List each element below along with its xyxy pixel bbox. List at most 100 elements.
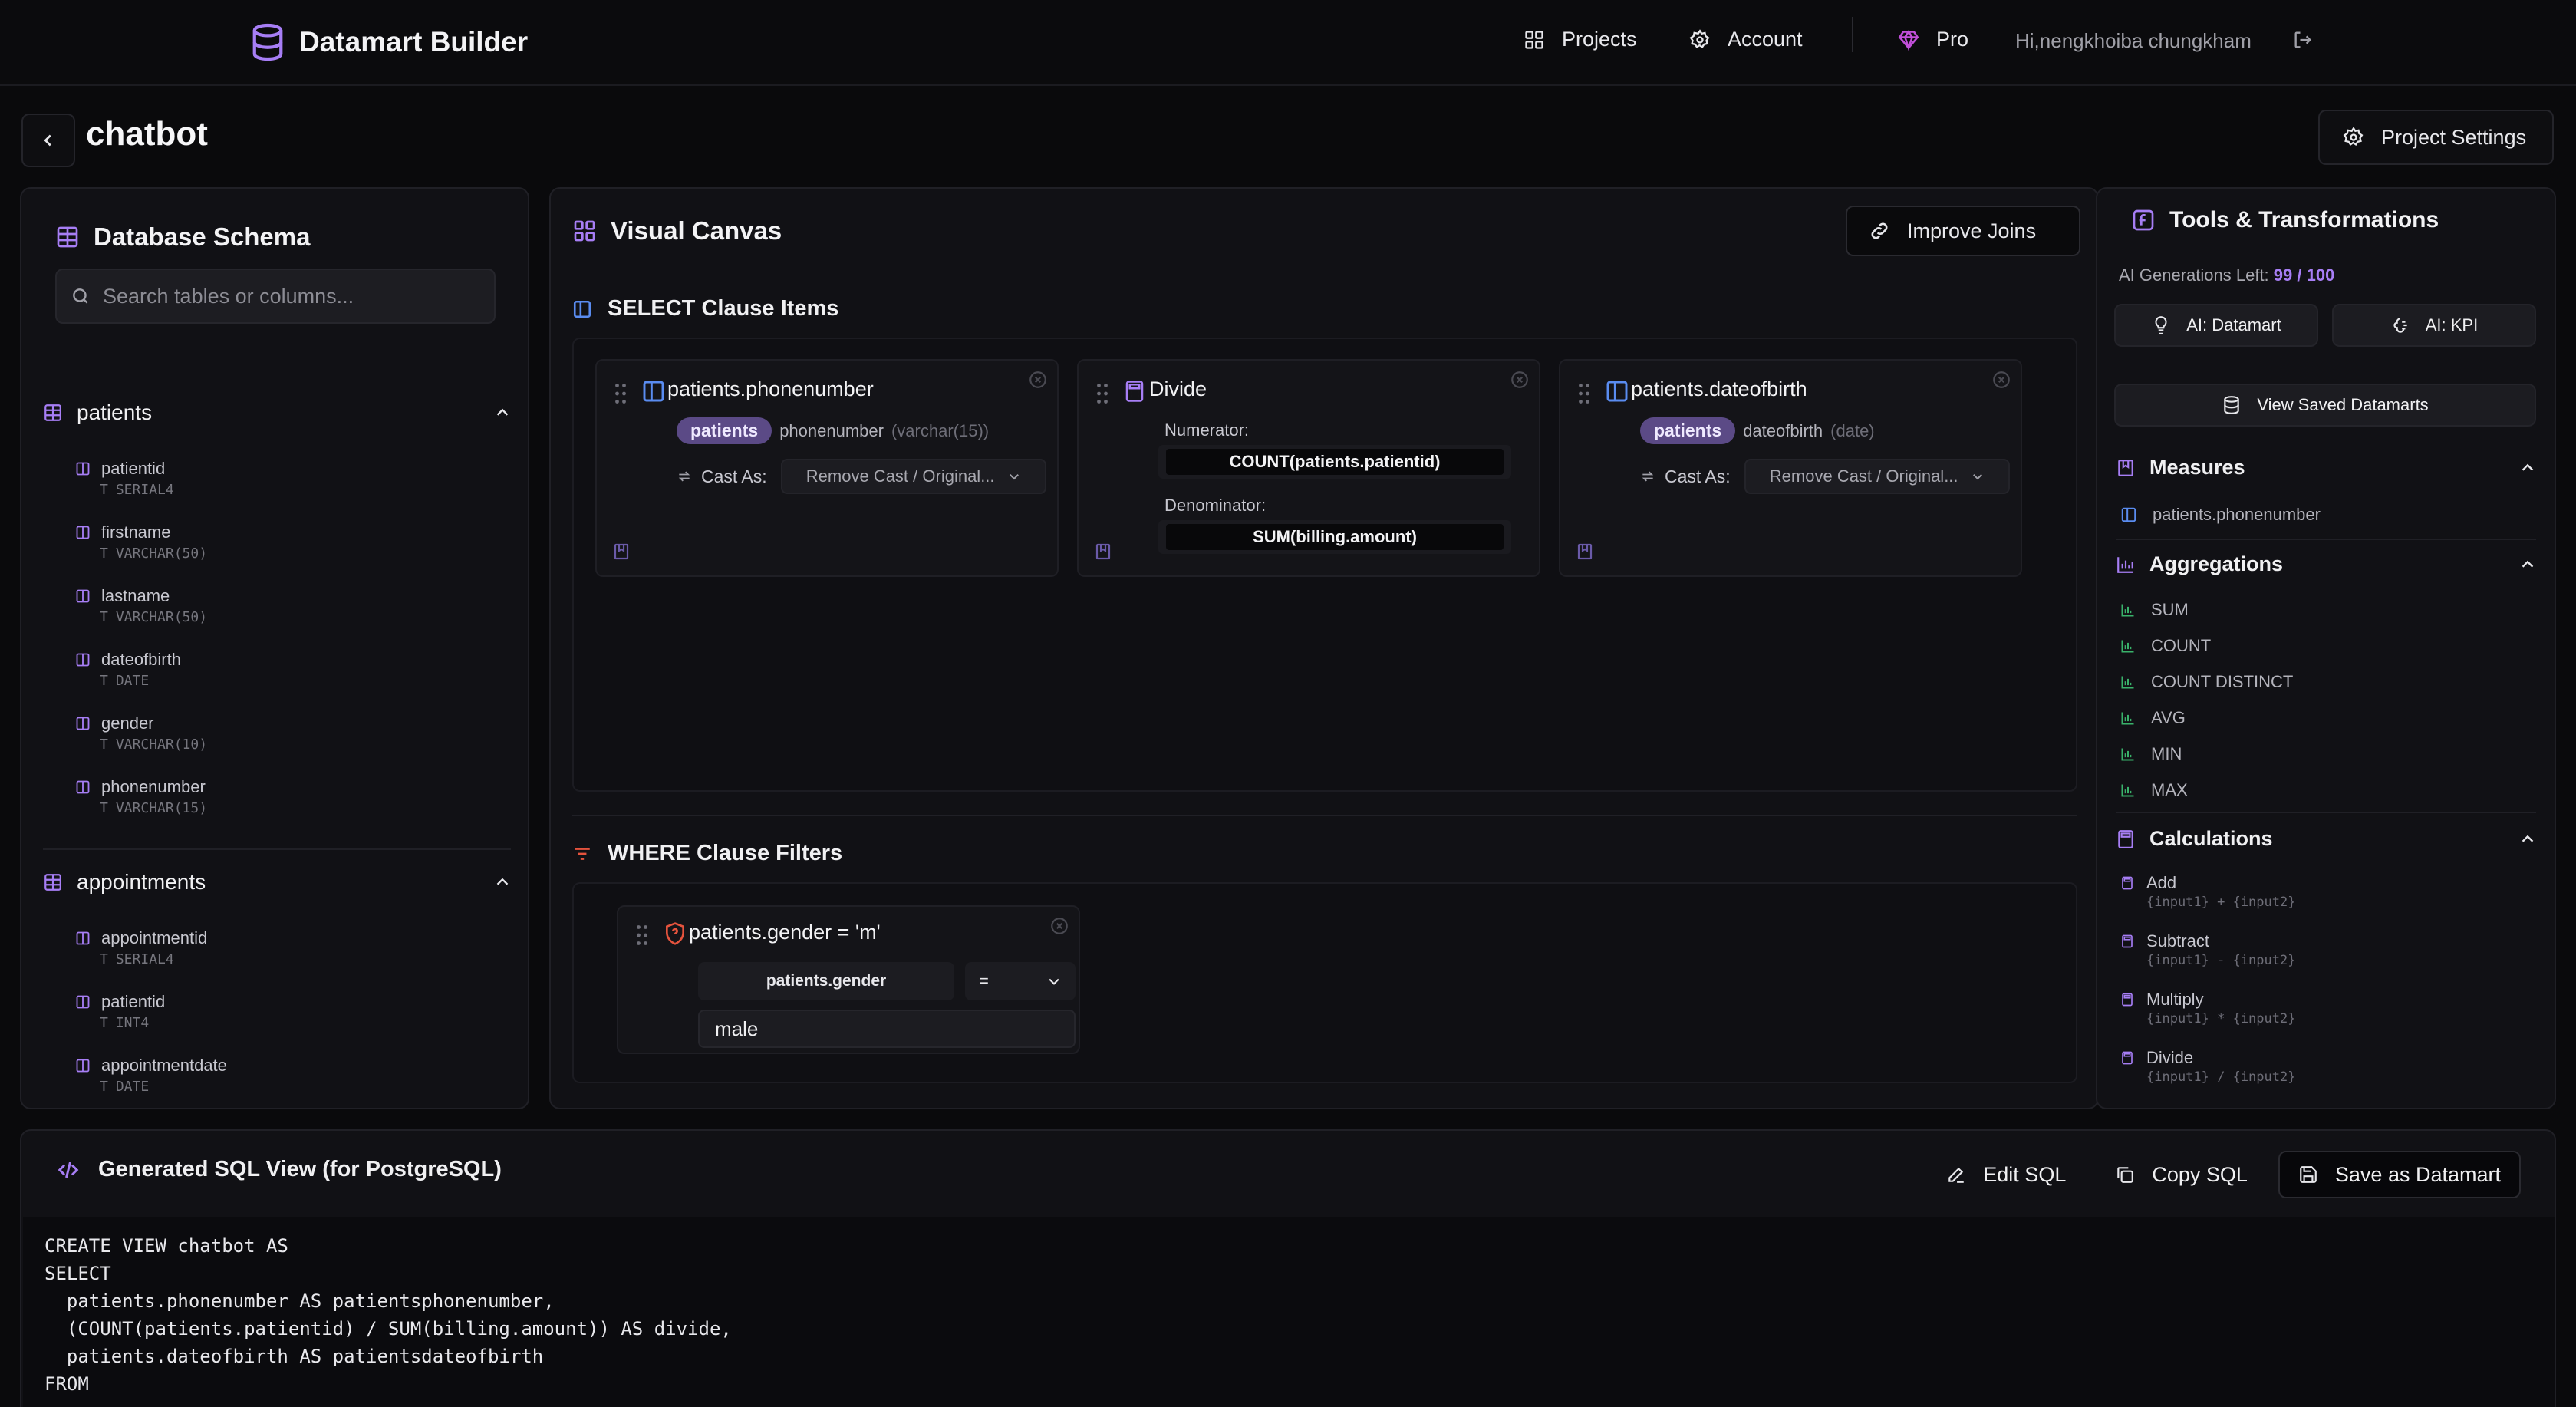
view-saved-datamarts-button[interactable]: View Saved Datamarts	[2114, 384, 2536, 427]
column-item[interactable]: phonenumber T VARCHAR(15)	[75, 777, 207, 816]
bookmark-icon[interactable]	[1576, 542, 1594, 562]
column-item[interactable]: patientid T SERIAL4	[75, 459, 174, 498]
aggregation-item[interactable]: SUM	[2120, 600, 2189, 620]
brand[interactable]: Datamart Builder	[250, 23, 528, 61]
select-drop-zone[interactable]: patients.phonenumber patients phonenumbe…	[572, 338, 2077, 792]
aggregation-item[interactable]: MIN	[2120, 744, 2182, 764]
close-icon[interactable]	[1028, 370, 1048, 390]
column-name: firstname	[101, 522, 171, 542]
calculations-header[interactable]: Calculations	[2116, 827, 2536, 851]
measure-item[interactable]: patients.phonenumber	[2120, 505, 2321, 525]
calculation-item[interactable]: Divide {input1} / {input2}	[2120, 1048, 2295, 1085]
bookmark-icon[interactable]	[612, 542, 631, 562]
select-item-card[interactable]: patients.phonenumber patients phonenumbe…	[595, 359, 1059, 577]
column-item[interactable]: appointmentdate T DATE	[75, 1056, 227, 1095]
drag-handle-icon[interactable]	[614, 382, 628, 405]
where-drop-zone[interactable]: patients.gender = 'm' patients.gender =	[572, 882, 2077, 1083]
chevron-up-icon[interactable]	[494, 404, 511, 421]
logout-icon[interactable]	[2292, 29, 2314, 51]
nav-projects[interactable]: Projects	[1524, 28, 1637, 51]
aggregation-item[interactable]: COUNT	[2120, 636, 2211, 656]
sql-code-block[interactable]: CREATE VIEW chatbot AS SELECT patients.p…	[23, 1217, 2555, 1407]
operator-select[interactable]: =	[965, 962, 1076, 1000]
brain-icon	[2390, 315, 2410, 335]
column-item[interactable]: patientid T INT4	[75, 992, 165, 1031]
card-title: Divide	[1149, 377, 1207, 400]
aggregation-item[interactable]: COUNT DISTINCT	[2120, 672, 2293, 692]
lightbulb-icon	[2151, 315, 2171, 335]
nav-account[interactable]: Account	[1689, 28, 1803, 51]
bookmark-icon[interactable]	[1094, 542, 1112, 562]
save-icon	[2298, 1165, 2318, 1185]
text-type-icon: T	[100, 1015, 108, 1031]
column-item[interactable]: lastname T VARCHAR(50)	[75, 586, 207, 625]
filter-value-input[interactable]	[715, 1017, 1068, 1041]
chevron-up-icon[interactable]	[2519, 831, 2536, 848]
column-item[interactable]: firstname T VARCHAR(50)	[75, 522, 207, 562]
close-icon[interactable]	[1991, 370, 2011, 390]
back-button[interactable]	[21, 114, 75, 167]
measures-header[interactable]: Measures	[2116, 456, 2536, 479]
column-type: SERIAL4	[115, 951, 174, 967]
column-item[interactable]: gender T VARCHAR(10)	[75, 713, 207, 753]
calculator-icon	[2120, 992, 2134, 1007]
chevron-up-icon[interactable]	[2519, 460, 2536, 476]
numerator-slot[interactable]: COUNT(patients.patientid)	[1158, 445, 1511, 479]
text-type-icon: T	[100, 1079, 108, 1095]
ai-datamart-button[interactable]: AI: Datamart	[2114, 304, 2318, 347]
sql-view-panel: Generated SQL View (for PostgreSQL) Edit…	[20, 1129, 2556, 1407]
table-header-patients[interactable]: patients	[43, 400, 511, 425]
schema-search[interactable]	[55, 269, 496, 324]
drag-handle-icon[interactable]	[1577, 382, 1591, 405]
edit-sql-button[interactable]: Edit SQL	[1928, 1151, 2084, 1198]
aggregations-header[interactable]: Aggregations	[2116, 552, 2536, 576]
close-icon[interactable]	[1049, 916, 1069, 936]
filter-card[interactable]: patients.gender = 'm' patients.gender =	[617, 905, 1080, 1054]
calculation-item[interactable]: Add {input1} + {input2}	[2120, 873, 2295, 910]
improve-joins-button[interactable]: Improve Joins	[1846, 206, 2080, 256]
cast-select[interactable]: Remove Cast / Original...	[1744, 459, 2010, 494]
save-as-datamart-button[interactable]: Save as Datamart	[2278, 1151, 2521, 1198]
aggregation-label: COUNT DISTINCT	[2151, 672, 2294, 691]
calculation-item[interactable]: Multiply {input1} * {input2}	[2120, 990, 2295, 1026]
table-header-appointments[interactable]: appointments	[43, 870, 511, 895]
filter-field[interactable]: patients.gender	[698, 962, 954, 1000]
column-icon	[75, 461, 91, 476]
copy-sql-button[interactable]: Copy SQL	[2097, 1151, 2266, 1198]
filter-value-field[interactable]	[698, 1010, 1076, 1048]
select-item-card[interactable]: patients.dateofbirth patients dateofbirt…	[1559, 359, 2022, 577]
drag-handle-icon[interactable]	[635, 924, 649, 947]
calculation-card[interactable]: Divide Numerator: COUNT(patients.patient…	[1077, 359, 1540, 577]
project-settings-button[interactable]: Project Settings	[2318, 110, 2554, 165]
calculation-item[interactable]: Subtract {input1} - {input2}	[2120, 931, 2295, 968]
measure-label: patients.phonenumber	[2153, 505, 2321, 524]
close-icon[interactable]	[1510, 370, 1530, 390]
gem-icon	[1898, 29, 1919, 51]
ai-generations-left: AI Generations Left: 99 / 100	[2119, 265, 2334, 285]
chevron-up-icon[interactable]	[494, 874, 511, 891]
aggregation-item[interactable]: MAX	[2120, 780, 2188, 800]
project-title: chatbot	[86, 115, 208, 153]
cast-select[interactable]: Remove Cast / Original...	[780, 459, 1046, 494]
aggregation-label: SUM	[2151, 600, 2189, 619]
calculation-formula: {input1} / {input2}	[2146, 1069, 2296, 1085]
cast-row: Cast As: Remove Cast / Original...	[677, 459, 1046, 494]
column-name: phonenumber	[101, 777, 206, 796]
database-icon	[250, 23, 285, 61]
chevron-up-icon[interactable]	[2519, 556, 2536, 573]
chevron-down-icon	[1046, 974, 1062, 989]
aggregation-label: MIN	[2151, 744, 2182, 763]
denominator-slot[interactable]: SUM(billing.amount)	[1158, 520, 1511, 554]
column-item[interactable]: dateofbirth T DATE	[75, 650, 181, 689]
ai-kpi-button[interactable]: AI: KPI	[2332, 304, 2536, 347]
gear-icon	[2343, 127, 2364, 148]
aggregation-item[interactable]: AVG	[2120, 708, 2186, 728]
drag-handle-icon[interactable]	[1095, 382, 1109, 405]
nav-pro[interactable]: Pro	[1898, 28, 1968, 51]
column-icon	[75, 994, 91, 1010]
where-clause-title: WHERE Clause Filters	[608, 841, 843, 865]
search-input[interactable]	[103, 284, 486, 308]
column-icon	[75, 716, 91, 731]
save-as-datamart-label: Save as Datamart	[2334, 1162, 2501, 1186]
column-item[interactable]: appointmentid T SERIAL4	[75, 928, 207, 967]
